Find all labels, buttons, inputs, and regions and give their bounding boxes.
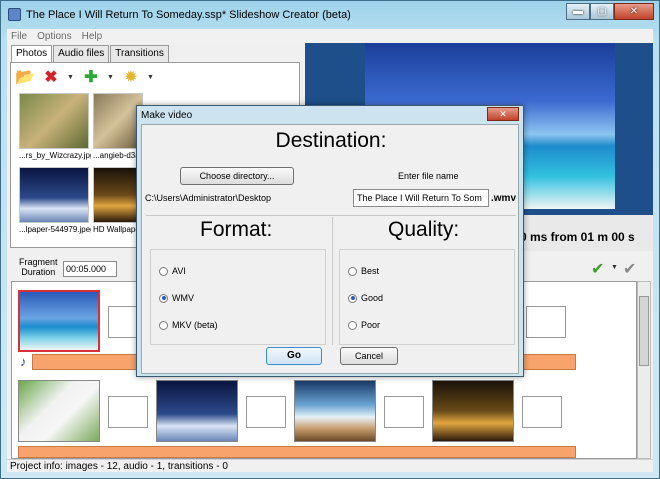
menu-bar: File Options Help — [7, 29, 653, 43]
make-video-dialog: Make video ✕ Destination: Choose directo… — [136, 105, 524, 377]
tab-transitions[interactable]: Transitions — [110, 45, 169, 63]
radio-button[interactable] — [348, 320, 357, 330]
format-option-mkv[interactable]: MKV (beta) — [159, 320, 218, 330]
destination-heading: Destination: — [275, 129, 387, 152]
transition-slot[interactable] — [526, 306, 566, 338]
radio-button[interactable] — [159, 320, 168, 330]
effect-dropdown-icon[interactable]: ▼ — [147, 74, 155, 81]
format-heading: Format: — [200, 218, 273, 241]
minimize-button[interactable]: ▬ — [566, 3, 590, 20]
photo-thumb[interactable] — [19, 167, 89, 223]
option-label: MKV (beta) — [172, 320, 218, 330]
divider — [332, 217, 333, 345]
timeline-slide[interactable] — [156, 380, 238, 442]
window-title: The Place I Will Return To Someday.ssp* … — [26, 9, 351, 21]
open-folder-icon[interactable]: 📂 — [15, 67, 35, 87]
window-controls: ▬ ▢ ✕ — [566, 3, 654, 20]
check-icon[interactable]: ✔ — [591, 259, 604, 279]
quality-option-poor[interactable]: Poor — [348, 320, 380, 330]
quality-option-best[interactable]: Best — [348, 266, 379, 276]
delete-dropdown-icon[interactable]: ▼ — [67, 74, 75, 81]
time-readout: 0 ms from 01 m 00 s — [520, 230, 635, 244]
dialog-title: Make video — [141, 110, 193, 121]
transition-slot[interactable] — [246, 396, 286, 428]
radio-button[interactable] — [348, 266, 357, 276]
quality-group: Best Good Poor — [339, 249, 515, 345]
tab-photos[interactable]: Photos — [11, 45, 53, 63]
delete-icon[interactable]: ✖ — [41, 67, 61, 87]
divider — [146, 215, 516, 216]
app-window: The Place I Will Return To Someday.ssp* … — [0, 0, 660, 479]
app-icon — [8, 8, 21, 21]
check-dropdown-icon[interactable]: ▼ — [611, 264, 619, 271]
photo-label: ...lpaper-544979.jpeg — [19, 225, 91, 234]
format-group: AVI WMV MKV (beta) — [150, 249, 326, 345]
menu-file[interactable]: File — [11, 31, 27, 42]
radio-button[interactable] — [159, 266, 168, 276]
status-bar: Project info: images - 12, audio - 1, tr… — [7, 459, 653, 472]
dialog-body: Destination: Choose directory... C:\User… — [141, 124, 519, 374]
timeline-slide[interactable] — [18, 380, 100, 442]
option-label: WMV — [172, 293, 194, 303]
radio-button[interactable] — [348, 293, 357, 303]
timeline-slide[interactable] — [294, 380, 376, 442]
add-dropdown-icon[interactable]: ▼ — [107, 74, 115, 81]
format-option-wmv[interactable]: WMV — [159, 293, 194, 303]
go-button[interactable]: Go — [266, 347, 322, 365]
radio-button[interactable] — [159, 293, 168, 303]
effect-icon[interactable]: ✹ — [121, 67, 141, 87]
music-note-icon: ♪ — [20, 354, 27, 369]
timeline-scrollbar[interactable] — [637, 281, 651, 459]
title-bar: The Place I Will Return To Someday.ssp* … — [1, 1, 659, 28]
timeline-slide[interactable] — [432, 380, 514, 442]
library-tabs: Photos Audio files Transitions — [11, 45, 170, 63]
file-extension: .wmv — [491, 193, 517, 204]
timeline-slide[interactable] — [18, 290, 100, 352]
add-icon[interactable]: ✚ — [81, 67, 101, 87]
transition-slot[interactable] — [384, 396, 424, 428]
option-label: AVI — [172, 266, 186, 276]
format-option-avi[interactable]: AVI — [159, 266, 186, 276]
fragment-label-line: Duration — [21, 267, 56, 277]
file-name-input[interactable]: The Place I Will Return To Som — [353, 189, 489, 207]
choose-directory-button[interactable]: Choose directory... — [180, 167, 294, 185]
fragment-duration-input[interactable]: 00:05.000 — [63, 261, 117, 277]
file-name-label: Enter file name — [398, 171, 459, 181]
option-label: Poor — [361, 320, 381, 330]
fragment-duration-label: Fragment Duration — [19, 257, 58, 277]
apply-all-icon[interactable]: ✔ — [623, 259, 636, 279]
photo-thumb[interactable] — [19, 93, 89, 149]
scrollbar-thumb[interactable] — [639, 296, 649, 366]
maximize-button[interactable]: ▢ — [590, 3, 614, 20]
photo-label: ...rs_by_Wizcrazy.jpg — [19, 151, 91, 160]
photos-toolbar: 📂 ✖ ▼ ✚ ▼ ✹ ▼ — [15, 67, 155, 87]
tab-audio-files[interactable]: Audio files — [53, 45, 110, 63]
transition-slot[interactable] — [108, 396, 148, 428]
quality-heading: Quality: — [388, 218, 460, 241]
directory-path: C:\Users\Administrator\Desktop — [145, 193, 272, 203]
menu-options[interactable]: Options — [37, 31, 71, 42]
option-label: Good — [361, 293, 384, 303]
close-button[interactable]: ✕ — [614, 3, 654, 20]
dialog-close-button[interactable]: ✕ — [487, 107, 519, 121]
fragment-label-line: Fragment — [19, 257, 58, 267]
option-label: Best — [361, 266, 380, 276]
quality-option-good[interactable]: Good — [348, 293, 383, 303]
menu-help[interactable]: Help — [82, 31, 103, 42]
cancel-button[interactable]: Cancel — [340, 347, 398, 365]
audio-track[interactable] — [18, 446, 576, 458]
transition-slot[interactable] — [522, 396, 562, 428]
